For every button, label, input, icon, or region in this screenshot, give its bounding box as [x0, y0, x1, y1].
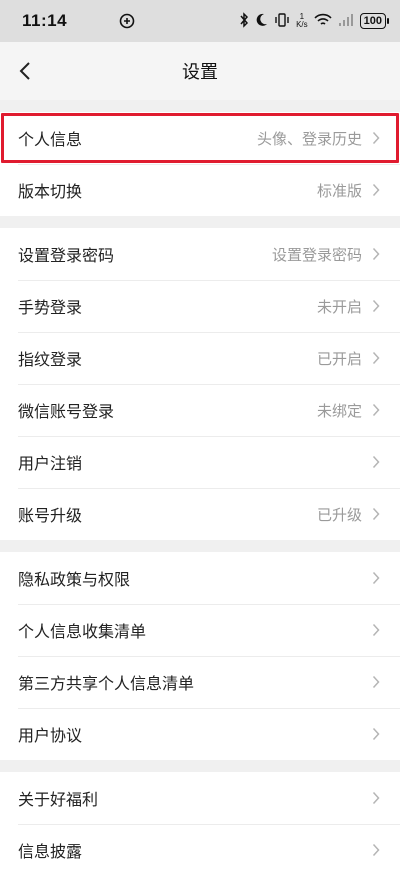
settings-row[interactable]: 账号升级 已升级: [0, 488, 400, 540]
settings-row[interactable]: 个人信息收集清单: [0, 604, 400, 656]
settings-row-value: 标准版: [316, 182, 362, 200]
page-title: 设置: [182, 62, 218, 82]
settings-row-label: 第三方共享个人信息清单: [18, 676, 195, 693]
chevron-right-icon: [372, 350, 384, 366]
settings-row-value: 未绑定: [316, 402, 362, 420]
signal-icon: [338, 13, 354, 30]
settings-row[interactable]: 用户注销: [0, 436, 400, 488]
settings-row[interactable]: 设置登录密码 设置登录密码: [0, 228, 400, 280]
settings-group: 设置登录密码 设置登录密码 手势登录 未开启 指纹登录 已开启 微信账号登录 未绑定 用户注销账…: [0, 228, 400, 540]
settings-row-value: 已开启: [316, 350, 362, 368]
settings-row[interactable]: 信息披露: [0, 824, 400, 876]
settings-row-value: 未开启: [316, 298, 362, 316]
chevron-right-icon: [372, 622, 384, 638]
section-gap: [0, 540, 400, 552]
chevron-left-icon: [19, 62, 30, 80]
settings-row-label: 账号升级: [18, 508, 83, 525]
chevron-right-icon: [372, 570, 384, 586]
status-icons: 1 K/s 100: [239, 11, 390, 31]
section-gap: [0, 760, 400, 772]
settings-row-label: 个人信息: [18, 132, 83, 149]
notification-icon: [119, 13, 135, 29]
status-time: 11:14: [22, 11, 68, 30]
moon-icon: [255, 13, 268, 30]
chevron-right-icon: [372, 182, 384, 198]
settings-row-label: 版本切换: [18, 184, 83, 201]
settings-row-label: 隐私政策与权限: [18, 572, 131, 589]
chevron-right-icon: [372, 246, 384, 262]
settings-row-label: 用户协议: [18, 728, 83, 745]
settings-group: 个人信息 头像、登录历史版本切换 标准版: [0, 112, 400, 216]
settings-row-label: 用户注销: [18, 456, 83, 473]
chevron-right-icon: [372, 298, 384, 314]
settings-row-label: 设置登录密码: [18, 248, 115, 265]
vibrate-icon: [274, 12, 290, 30]
chevron-right-icon: [372, 790, 384, 806]
chevron-right-icon: [372, 842, 384, 858]
chevron-right-icon: [372, 454, 384, 470]
battery-indicator: 100: [359, 13, 390, 29]
settings-row[interactable]: 第三方共享个人信息清单: [0, 656, 400, 708]
settings-row[interactable]: 用户协议: [0, 708, 400, 760]
section-gap: [0, 216, 400, 228]
status-bar: 11:14 1 K/s 100: [0, 0, 400, 42]
settings-row-label: 指纹登录: [18, 352, 83, 369]
navigation-bar: 设置: [0, 42, 400, 100]
settings-row-label: 个人信息收集清单: [18, 624, 147, 641]
settings-row-label: 关于好福利: [18, 792, 99, 809]
settings-list: 个人信息 头像、登录历史 版本切换 标准版 设置登录密码 设置登录密码 手势登录 未开启 指纹登…: [0, 100, 400, 876]
settings-row-label: 微信账号登录: [18, 404, 115, 421]
settings-row[interactable]: 个人信息 头像、登录历史: [0, 112, 400, 164]
settings-row[interactable]: 版本切换 标准版: [0, 164, 400, 216]
wifi-icon: [314, 13, 332, 30]
chevron-right-icon: [372, 130, 384, 146]
settings-row[interactable]: 指纹登录 已开启: [0, 332, 400, 384]
settings-group: 隐私政策与权限 个人信息收集清单第三方共享个人信息清单 用户协议: [0, 552, 400, 760]
chevron-right-icon: [372, 506, 384, 522]
settings-row-value: 已升级: [316, 506, 362, 524]
settings-row-label: 手势登录: [18, 300, 83, 317]
bluetooth-icon: [239, 11, 249, 31]
settings-row[interactable]: 隐私政策与权限: [0, 552, 400, 604]
section-gap: [0, 100, 400, 112]
settings-row-value: 设置登录密码: [271, 246, 362, 264]
settings-row[interactable]: 手势登录 未开启: [0, 280, 400, 332]
settings-row-label: 信息披露: [18, 844, 83, 861]
network-speed: 1 K/s: [296, 12, 308, 29]
settings-row-value: 头像、登录历史: [256, 130, 362, 148]
settings-group: 关于好福利 信息披露: [0, 772, 400, 876]
chevron-right-icon: [372, 674, 384, 690]
back-button[interactable]: [8, 54, 42, 88]
settings-row[interactable]: 微信账号登录 未绑定: [0, 384, 400, 436]
chevron-right-icon: [372, 726, 384, 742]
settings-row[interactable]: 关于好福利: [0, 772, 400, 824]
chevron-right-icon: [372, 402, 384, 418]
